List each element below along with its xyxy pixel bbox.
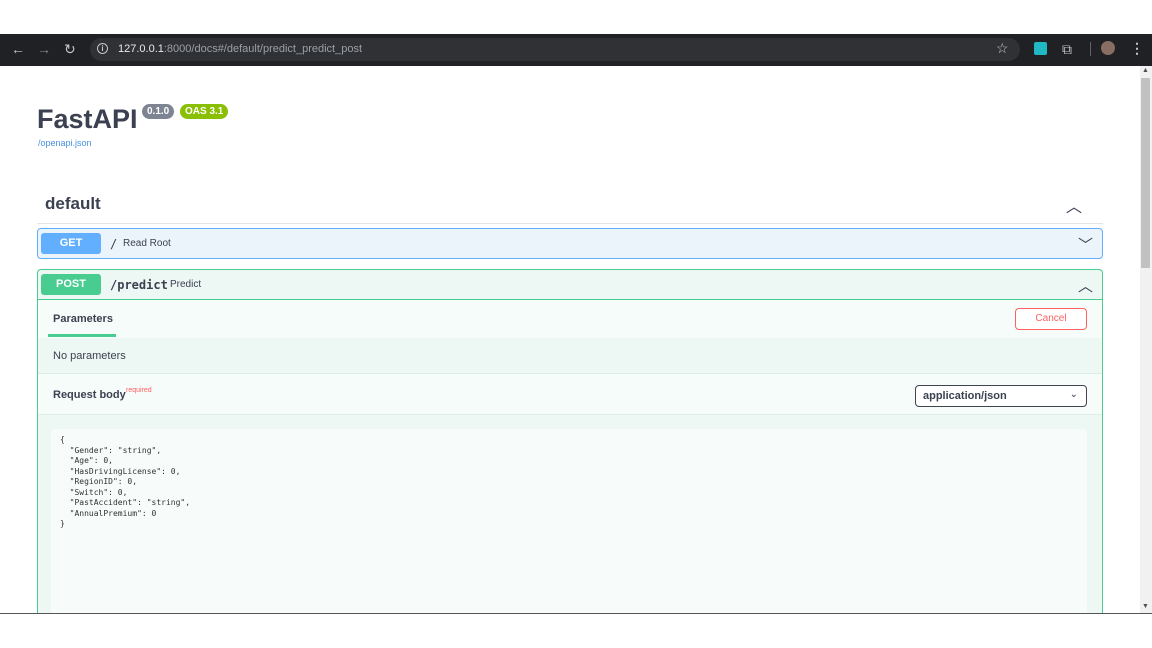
browser-menu-icon[interactable]: ⋮ <box>1130 40 1144 57</box>
chevron-up-icon[interactable]: ︿ <box>1078 275 1093 296</box>
oas-badge: OAS 3.1 <box>180 104 229 119</box>
site-info-icon[interactable]: i <box>97 43 108 54</box>
toolbar-divider <box>1090 42 1091 56</box>
viewport-bottom-border <box>0 613 1152 614</box>
version-badge: 0.1.0 <box>142 104 175 119</box>
chevron-down-icon: ⌄ <box>1069 389 1078 400</box>
post-method-badge[interactable]: POST <box>41 274 101 295</box>
extensions-puzzle-icon[interactable]: ⧉ <box>1062 41 1072 58</box>
extension-icon[interactable] <box>1034 42 1047 55</box>
active-tab-underline <box>48 334 116 337</box>
operation-summary: Read Root <box>123 238 171 249</box>
content-type-select[interactable]: application/json ⌄ <box>915 385 1087 407</box>
scroll-up-arrow-icon[interactable]: ▲ <box>1142 67 1149 74</box>
bookmark-star-icon[interactable]: ☆ <box>996 40 1009 57</box>
api-title: FastAPI <box>37 104 138 134</box>
openapi-json-link[interactable]: /openapi.json <box>38 138 92 148</box>
forward-icon[interactable]: → <box>37 41 51 57</box>
operation-post-predict: POST /predict Predict ︿ Parameters Cance… <box>37 269 1103 614</box>
required-marker: required <box>126 387 152 394</box>
parameters-header <box>38 300 1102 338</box>
url-path: :8000/docs#/default/predict_predict_post <box>163 43 363 55</box>
chevron-up-icon[interactable]: ︿ <box>1066 193 1082 217</box>
no-parameters-text: No parameters <box>53 350 126 362</box>
operation-path[interactable]: /predict <box>110 278 168 292</box>
request-body-json[interactable]: { "Gender": "string", "Age": 0, "HasDriv… <box>60 435 190 530</box>
operation-path: / <box>110 237 118 251</box>
back-icon[interactable]: ← <box>11 41 25 57</box>
operation-get-root[interactable]: GET / Read Root ﹀ <box>37 228 1103 259</box>
reload-icon[interactable]: ↻ <box>64 41 76 57</box>
chevron-down-icon[interactable]: ﹀ <box>1078 234 1093 255</box>
operation-summary[interactable]: Predict <box>170 279 201 290</box>
get-method-badge: GET <box>41 233 101 254</box>
scroll-down-arrow-icon[interactable]: ▼ <box>1142 603 1149 610</box>
section-divider <box>38 414 1102 415</box>
content-type-value: application/json <box>923 390 1007 402</box>
tag-divider <box>37 223 1103 224</box>
scrollbar-thumb[interactable] <box>1141 78 1150 268</box>
profile-avatar-icon[interactable] <box>1101 41 1115 55</box>
request-body-editor[interactable]: { "Gender": "string", "Age": 0, "HasDriv… <box>51 429 1087 614</box>
url-text[interactable]: 127.0.0.1:8000/docs#/default/predict_pre… <box>118 43 362 56</box>
tab-parameters[interactable]: Parameters <box>53 313 113 325</box>
cancel-button[interactable]: Cancel <box>1015 308 1087 330</box>
tag-section-title[interactable]: default <box>45 194 101 214</box>
url-host: 127.0.0.1 <box>118 43 164 55</box>
request-body-label: Request body <box>53 389 126 401</box>
